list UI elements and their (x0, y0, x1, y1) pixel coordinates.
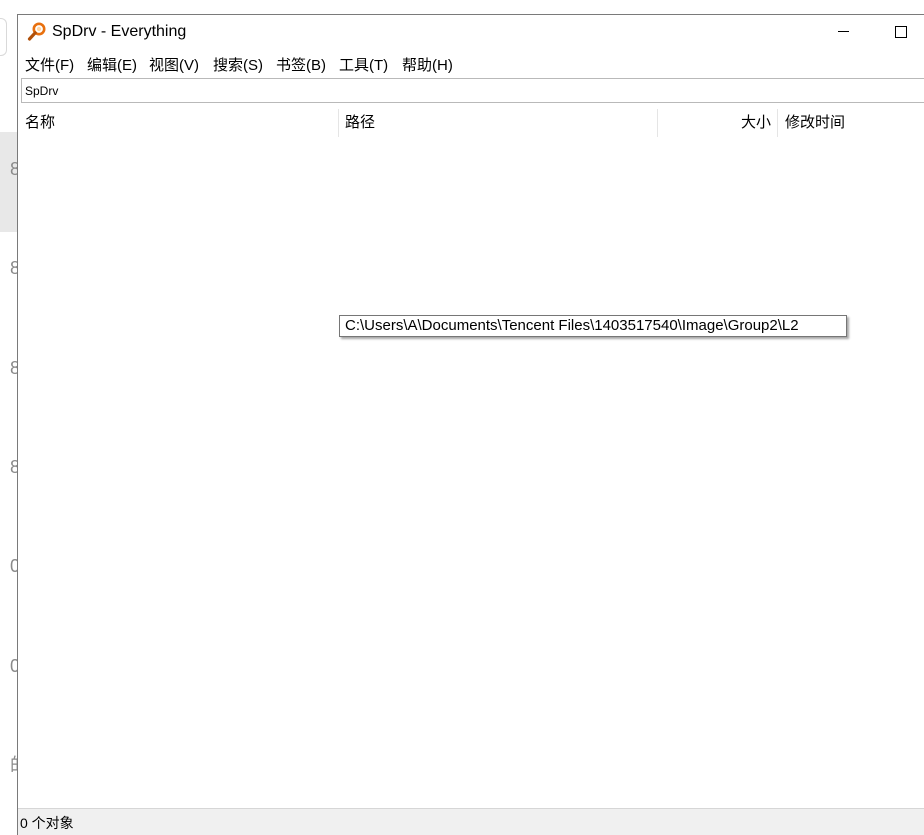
minimize-button[interactable] (820, 15, 866, 49)
status-object-count: 0 个对象 (20, 815, 74, 831)
menu-tools[interactable]: 工具(T) (339, 54, 388, 75)
column-header-name[interactable]: 名称 (25, 109, 55, 137)
column-divider[interactable] (777, 109, 778, 137)
window-title: SpDrv - Everything (52, 23, 187, 40)
column-divider[interactable] (338, 109, 339, 137)
title-bar[interactable]: SpDrv - Everything (18, 15, 924, 49)
background-search-box (0, 18, 7, 56)
column-header-path[interactable]: 路径 (345, 109, 375, 137)
menu-edit[interactable]: 编辑(E) (87, 54, 137, 75)
column-header-size[interactable]: 大小 (741, 109, 771, 137)
menu-file[interactable]: 文件(F) (25, 54, 74, 75)
menu-bookmarks[interactable]: 书签(B) (276, 54, 326, 75)
results-list[interactable] (18, 137, 924, 808)
path-tooltip: C:\Users\A\Documents\Tencent Files\14035… (339, 315, 847, 337)
magnifier-icon (27, 22, 46, 41)
menu-help[interactable]: 帮助(H) (402, 54, 453, 75)
menu-bar: 文件(F) 编辑(E) 视图(V) 搜索(S) 书签(B) 工具(T) 帮助(H… (18, 51, 924, 75)
everything-window: SpDrv - Everything 文件(F) 编辑(E) 视图(V) 搜索(… (17, 14, 924, 835)
status-bar: 0 个对象 (18, 808, 924, 835)
column-divider[interactable] (657, 109, 658, 137)
list-header: 名称 路径 大小 修改时间 (18, 109, 924, 137)
background-window: 8 8 8 8 0 0 的 (0, 0, 28, 835)
column-header-modified[interactable]: 修改时间 (785, 109, 845, 137)
search-input[interactable] (21, 78, 924, 103)
menu-search[interactable]: 搜索(S) (213, 54, 263, 75)
maximize-button[interactable] (878, 15, 924, 49)
background-selected-row (0, 132, 18, 232)
menu-view[interactable]: 视图(V) (149, 54, 199, 75)
